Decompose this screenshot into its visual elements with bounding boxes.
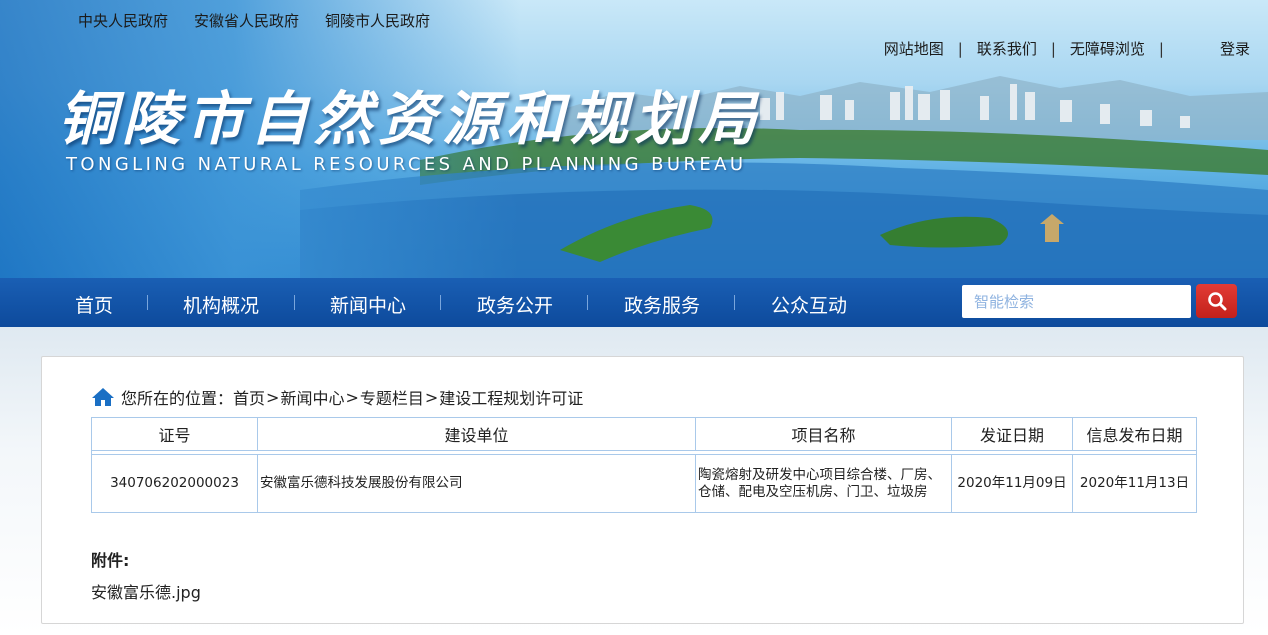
breadcrumb-prefix: 您所在的位置： (121, 389, 234, 408)
table-header-row: 证号 建设单位 项目名称 发证日期 信息发布日期 (91, 417, 1197, 451)
home-icon (92, 388, 114, 406)
column-header-publish-date: 信息发布日期 (1072, 417, 1197, 451)
main-nav: 首页 机构概况 新闻中心 政务公开 政务服务 公众互动 (0, 278, 1268, 327)
cell-project: 陶瓷熔射及研发中心项目综合楼、厂房、仓储、配电及空压机房、门卫、垃圾房 (695, 454, 952, 513)
cell-builder: 安徽富乐德科技发展股份有限公司 (257, 454, 696, 513)
nav-item-gov-services[interactable]: 政务服务 (624, 291, 700, 318)
nav-separator (147, 295, 148, 310)
nav-item-about[interactable]: 机构概况 (183, 291, 259, 318)
column-header-builder: 建设单位 (257, 417, 696, 451)
search-button[interactable] (1196, 284, 1237, 318)
breadcrumb-special[interactable]: 专题栏目 (360, 385, 424, 409)
contact-link[interactable]: 联系我们 (977, 38, 1037, 59)
nav-item-interaction[interactable]: 公众互动 (771, 291, 847, 318)
separator: | (957, 39, 963, 58)
magnifier-icon (1207, 292, 1226, 311)
login-link[interactable]: 登录 (1220, 38, 1250, 59)
gov-link-tongling[interactable]: 铜陵市人民政府 (325, 10, 430, 31)
breadcrumb-home[interactable]: 首页 (233, 385, 265, 409)
gov-links: 中央人民政府 安徽省人民政府 铜陵市人民政府 (78, 10, 430, 31)
search-input[interactable] (962, 285, 1191, 318)
column-header-issue-date: 发证日期 (951, 417, 1073, 451)
site-logo-subtitle: TONGLING NATURAL RESOURCES AND PLANNING … (66, 154, 747, 175)
nav-separator (440, 295, 441, 310)
nav-separator (587, 295, 588, 310)
nav-item-news[interactable]: 新闻中心 (330, 291, 406, 318)
nav-item-home[interactable]: 首页 (75, 291, 113, 318)
cell-permit-no: 340706202000023 (91, 454, 258, 513)
attachments-title: 附件: (91, 551, 130, 570)
attachment-link[interactable]: 安徽富乐德.jpg (91, 579, 201, 603)
site-logo-title: 铜陵市自然资源和规划局 (58, 85, 763, 153)
separator: | (1050, 39, 1056, 58)
accessibility-link[interactable]: 无障碍浏览 (1070, 38, 1145, 59)
nav-item-gov-affairs[interactable]: 政务公开 (477, 291, 553, 318)
nav-separator (294, 295, 295, 310)
sitemap-link[interactable]: 网站地图 (884, 38, 944, 59)
breadcrumb-separator: > (345, 387, 359, 407)
gov-link-anhui[interactable]: 安徽省人民政府 (194, 10, 299, 31)
gov-link-central[interactable]: 中央人民政府 (78, 10, 168, 31)
header-banner: 中央人民政府 安徽省人民政府 铜陵市人民政府 网站地图 | 联系我们 | 无障碍… (0, 0, 1268, 278)
nav-separator (734, 295, 735, 310)
breadcrumb-news[interactable]: 新闻中心 (280, 385, 344, 409)
cell-publish-date: 2020年11月13日 (1072, 454, 1197, 513)
column-header-permit-no: 证号 (91, 417, 258, 451)
breadcrumb-separator: > (266, 387, 280, 407)
permit-table: 证号 建设单位 项目名称 发证日期 信息发布日期 340706202000023… (91, 417, 1197, 513)
breadcrumb-current[interactable]: 建设工程规划许可证 (439, 385, 583, 409)
breadcrumb: 您所在的位置： 首页 > 新闻中心 > 专题栏目 > 建设工程规划许可证 (91, 385, 583, 409)
article-panel: 您所在的位置： 首页 > 新闻中心 > 专题栏目 > 建设工程规划许可证 证号 … (41, 356, 1244, 624)
column-header-project: 项目名称 (695, 417, 952, 451)
breadcrumb-separator: > (424, 387, 439, 407)
table-row: 340706202000023 安徽富乐德科技发展股份有限公司 陶瓷熔射及研发中… (91, 454, 1197, 513)
separator: | (1158, 39, 1164, 58)
utility-links: 网站地图 | 联系我们 | 无障碍浏览 | 登录 (884, 38, 1250, 59)
cell-issue-date: 2020年11月09日 (951, 454, 1073, 513)
